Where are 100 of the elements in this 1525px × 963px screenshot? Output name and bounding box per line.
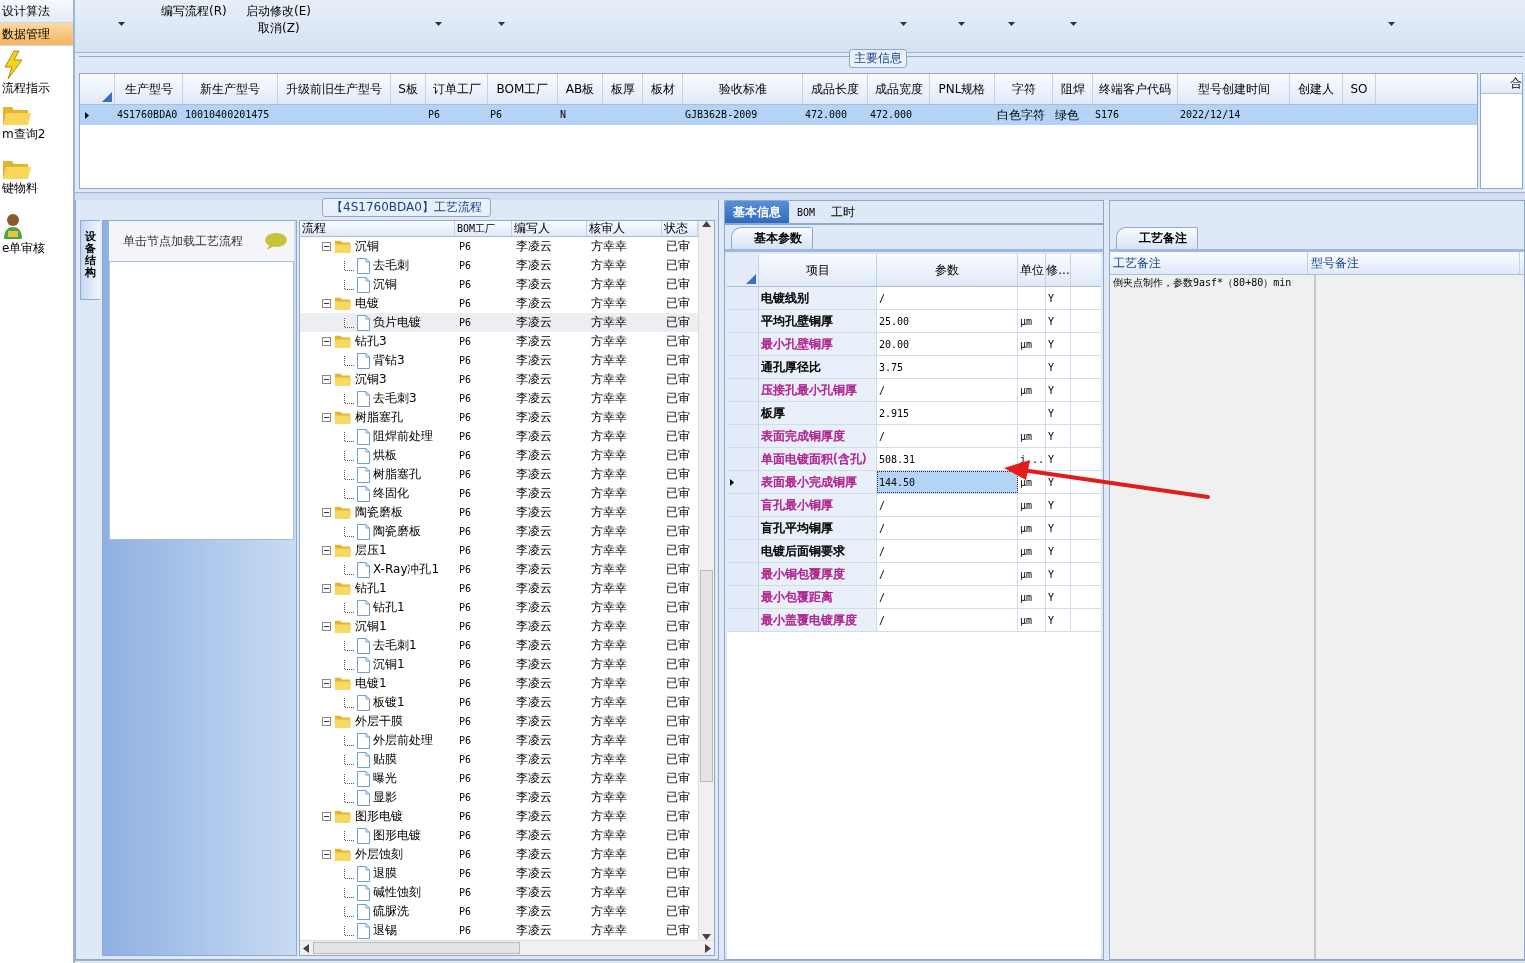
- collapse-icon[interactable]: [322, 242, 331, 251]
- scrollbar-thumb[interactable]: [700, 569, 713, 782]
- column-header[interactable]: 新生产型号: [183, 74, 278, 104]
- toolbar-button[interactable]: 编写流程(R): [161, 3, 227, 20]
- table-row[interactable]: 压接孔最小孔铜厚 / μm Y: [727, 379, 1101, 402]
- table-row[interactable]: 4S1760BDA0 10010400201475 P6 P6 N GJB362B-2009 472.000 472.000 白色字符 绿色 S176 2022/12/14: [80, 105, 1477, 125]
- tree-row[interactable]: 沉铜 P6 李凌云 方幸幸 已审: [300, 275, 698, 294]
- tree-row[interactable]: 外层蚀刻 P6 李凌云 方幸幸 已审: [300, 845, 698, 864]
- tree-row[interactable]: 外层干膜 P6 李凌云 方幸幸 已审: [300, 712, 698, 731]
- column-header[interactable]: 成品宽度: [868, 74, 930, 104]
- column-header[interactable]: 修...: [1046, 254, 1071, 286]
- sidebar-item[interactable]: 设计算法: [0, 0, 73, 23]
- column-header[interactable]: 核审人: [587, 221, 662, 236]
- collapse-icon[interactable]: [322, 812, 331, 821]
- collapse-icon[interactable]: [322, 850, 331, 859]
- column-header[interactable]: BOM工厂: [488, 74, 558, 104]
- collapse-icon[interactable]: [322, 508, 331, 517]
- scroll-left-icon[interactable]: [303, 943, 309, 953]
- collapse-icon[interactable]: [322, 679, 331, 688]
- tree-row[interactable]: 外层前处理 P6 李凌云 方幸幸 已审: [300, 731, 698, 750]
- dropdown-caret-icon[interactable]: [1008, 22, 1015, 26]
- tree-row[interactable]: 背钻3 P6 李凌云 方幸幸 已审: [300, 351, 698, 370]
- column-header[interactable]: 订单工厂: [426, 74, 488, 104]
- tree-row[interactable]: 钻孔1 P6 李凌云 方幸幸 已审: [300, 579, 698, 598]
- column-header[interactable]: SO: [1343, 74, 1376, 104]
- collapse-icon[interactable]: [322, 546, 331, 555]
- tree-row[interactable]: 沉铜1 P6 李凌云 方幸幸 已审: [300, 617, 698, 636]
- tree-row[interactable]: 曝光 P6 李凌云 方幸幸 已审: [300, 769, 698, 788]
- scroll-right-icon[interactable]: [705, 943, 711, 953]
- column-header[interactable]: 编写人: [512, 221, 587, 236]
- tree-row[interactable]: 沉铜1 P6 李凌云 方幸幸 已审: [300, 655, 698, 674]
- table-row[interactable]: 最小铜包覆厚度 / μm Y: [727, 563, 1101, 586]
- tree-row[interactable]: 陶瓷磨板 P6 李凌云 方幸幸 已审: [300, 503, 698, 522]
- tree-row[interactable]: 终固化 P6 李凌云 方幸幸 已审: [300, 484, 698, 503]
- table-row[interactable]: 电镀后面铜要求 / μm Y: [727, 540, 1101, 563]
- table-row[interactable]: 表面最小完成铜厚 144.50 μm Y: [727, 471, 1101, 494]
- collapse-icon[interactable]: [322, 375, 331, 384]
- scrollbar[interactable]: [698, 221, 714, 940]
- column-header[interactable]: 型号创建时间: [1178, 74, 1290, 104]
- table-row[interactable]: 平均孔壁铜厚 25.00 μm Y: [727, 310, 1101, 333]
- tree-row[interactable]: 板镀1 P6 李凌云 方幸幸 已审: [300, 693, 698, 712]
- table-row[interactable]: 最小盖覆电镀厚度 / μm Y: [727, 609, 1101, 632]
- side-tab[interactable]: 设备结构: [80, 220, 100, 300]
- dropdown-caret-icon[interactable]: [1388, 22, 1395, 26]
- column-header[interactable]: 单位: [1018, 254, 1046, 286]
- dropdown-caret-icon[interactable]: [1070, 22, 1077, 26]
- tree-row[interactable]: 钻孔3 P6 李凌云 方幸幸 已审: [300, 332, 698, 351]
- tree-row[interactable]: X-Ray冲孔1 P6 李凌云 方幸幸 已审: [300, 560, 698, 579]
- collapse-icon[interactable]: [322, 413, 331, 422]
- column-header[interactable]: S板: [391, 74, 426, 104]
- column-header[interactable]: 项目: [759, 254, 877, 286]
- tree-row[interactable]: 去毛刺 P6 李凌云 方幸幸 已审: [300, 256, 698, 275]
- table-row[interactable]: 最小孔壁铜厚 20.00 μm Y: [727, 333, 1101, 356]
- tree-row[interactable]: 沉铜 P6 李凌云 方幸幸 已审: [300, 237, 698, 256]
- column-header[interactable]: 板材: [643, 74, 683, 104]
- tree-row[interactable]: 贴膜 P6 李凌云 方幸幸 已审: [300, 750, 698, 769]
- column-header[interactable]: 工艺备注: [1110, 252, 1308, 274]
- column-header[interactable]: 生产型号: [115, 74, 183, 104]
- sidebar-item[interactable]: 数据管理: [0, 23, 73, 46]
- tree-row[interactable]: 图形电镀 P6 李凌云 方幸幸 已审: [300, 807, 698, 826]
- tree-row[interactable]: 电镀1 P6 李凌云 方幸幸 已审: [300, 674, 698, 693]
- dropdown-caret-icon[interactable]: [958, 22, 965, 26]
- tab[interactable]: 工时: [823, 201, 864, 223]
- table-row[interactable]: 表面完成铜厚度 / μm Y: [727, 425, 1101, 448]
- column-header[interactable]: 成品长度: [803, 74, 868, 104]
- collapse-icon[interactable]: [322, 337, 331, 346]
- tree-row[interactable]: 陶瓷磨板 P6 李凌云 方幸幸 已审: [300, 522, 698, 541]
- sidebar-item[interactable]: m查询2: [2, 126, 46, 143]
- tree-row[interactable]: 图形电镀 P6 李凌云 方幸幸 已审: [300, 826, 698, 845]
- dropdown-caret-icon[interactable]: [900, 22, 907, 26]
- column-header[interactable]: PNL规格: [930, 74, 995, 104]
- table-row[interactable]: 盲孔最小铜厚 / μm Y: [727, 494, 1101, 517]
- column-header[interactable]: 参数: [877, 254, 1018, 286]
- scrollbar[interactable]: [300, 940, 714, 955]
- column-header[interactable]: 合: [1481, 74, 1522, 94]
- tree-row[interactable]: 退锡 P6 李凌云 方幸幸 已审: [300, 921, 698, 940]
- column-header[interactable]: 创建人: [1290, 74, 1343, 104]
- toolbar-button[interactable]: 启动修改(E): [246, 3, 311, 20]
- dropdown-caret-icon[interactable]: [498, 22, 505, 26]
- tree-row[interactable]: 树脂塞孔 P6 李凌云 方幸幸 已审: [300, 465, 698, 484]
- tree-row[interactable]: 烘板 P6 李凌云 方幸幸 已审: [300, 446, 698, 465]
- tree-row[interactable]: 电镀 P6 李凌云 方幸幸 已审: [300, 294, 698, 313]
- tree-row[interactable]: 退膜 P6 李凌云 方幸幸 已审: [300, 864, 698, 883]
- column-header[interactable]: AB板: [558, 74, 603, 104]
- dropdown-caret-icon[interactable]: [118, 22, 125, 26]
- table-row[interactable]: 板厚 2.915 Y: [727, 402, 1101, 425]
- tree-row[interactable]: 树脂塞孔 P6 李凌云 方幸幸 已审: [300, 408, 698, 427]
- table-row[interactable]: 盲孔平均铜厚 / μm Y: [727, 517, 1101, 540]
- table-row[interactable]: 通孔厚径比 3.75 Y: [727, 356, 1101, 379]
- sidebar-item[interactable]: 流程指示: [2, 80, 50, 97]
- tree-row[interactable]: 阻焊前处理 P6 李凌云 方幸幸 已审: [300, 427, 698, 446]
- sidebar-item[interactable]: 键物料: [2, 180, 38, 197]
- tree-row[interactable]: 钻孔1 P6 李凌云 方幸幸 已审: [300, 598, 698, 617]
- tab[interactable]: 工艺备注: [1116, 227, 1198, 249]
- column-header[interactable]: 验收标准: [683, 74, 803, 104]
- toolbar-button[interactable]: 取消(Z): [258, 20, 300, 37]
- tab[interactable]: 基本信息: [725, 201, 789, 223]
- scroll-up-icon[interactable]: [702, 221, 711, 227]
- collapse-icon[interactable]: [322, 622, 331, 631]
- tree-row[interactable]: 硫脲洗 P6 李凌云 方幸幸 已审: [300, 902, 698, 921]
